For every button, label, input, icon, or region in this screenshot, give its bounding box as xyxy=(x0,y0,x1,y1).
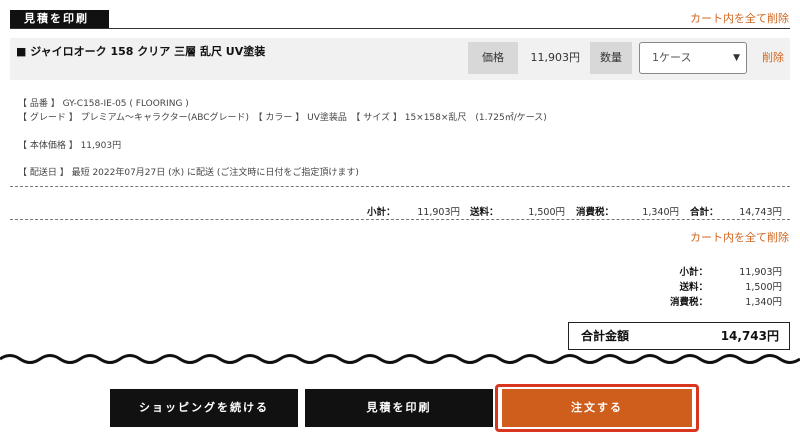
print-estimate-button[interactable]: 見積を印刷 xyxy=(305,389,493,427)
price-label: 価格 xyxy=(468,42,518,74)
detail-grade-color-size: 【 グレード 】 プレミアム～キャラクター(ABCグレード) 【 カラー 】 U… xyxy=(18,113,547,123)
summary-shipping-label: 送料： xyxy=(679,282,708,293)
wavy-divider xyxy=(0,354,800,364)
item-subtotal-value: 11,903円 xyxy=(417,207,460,218)
item-shipping-value: 1,500円 xyxy=(528,207,565,218)
detail-product-code: 【 品番 】 GY-C158-IE-05 ( FLOORING ) xyxy=(18,99,189,109)
item-delete-link[interactable]: 削除 xyxy=(762,42,784,74)
grand-total-value: 14,743円 xyxy=(720,329,779,343)
summary-subtotal-value: 11,903円 xyxy=(739,267,782,278)
summary-tax-value: 1,340円 xyxy=(745,297,782,308)
item-tax-value: 1,340円 xyxy=(642,207,679,218)
quantity-label: 数量 xyxy=(590,42,632,74)
grand-total-box: 合計金額 14,743円 xyxy=(568,322,790,350)
price-value: 11,903円 xyxy=(530,51,581,64)
quantity-selected-value: 1ケース xyxy=(652,51,692,64)
item-divider-top xyxy=(10,186,790,187)
item-divider-bottom xyxy=(10,219,790,220)
delete-all-link-top[interactable]: カート内を全て削除 xyxy=(690,10,789,26)
print-estimate-tag: 見積を印刷 xyxy=(10,10,109,28)
continue-shopping-button[interactable]: ショッピングを続ける xyxy=(110,389,298,427)
order-button[interactable]: 注文する xyxy=(502,389,692,427)
product-name: ■ ジャイロオーク 158 クリア 三層 乱尺 UV塗装 xyxy=(16,45,266,58)
item-subtotal-label: 小計： xyxy=(367,207,396,218)
item-shipping-label: 送料： xyxy=(470,207,499,218)
item-tax-label: 消費税： xyxy=(576,207,615,218)
summary-subtotal-label: 小計： xyxy=(679,267,708,278)
detail-delivery-date: 【 配送日 】 最短 2022年07月27日 (水) に配送 (ご注文時に日付を… xyxy=(18,168,359,178)
header-divider xyxy=(10,28,790,29)
grand-total-label: 合計金額 xyxy=(581,329,630,343)
chevron-down-icon: ▼ xyxy=(733,53,740,63)
summary-shipping-value: 1,500円 xyxy=(745,282,782,293)
item-total-label: 合計： xyxy=(690,207,719,218)
quantity-select[interactable]: 1ケース ▼ xyxy=(639,42,747,74)
summary-tax-label: 消費税： xyxy=(669,297,708,308)
delete-all-link-bottom[interactable]: カート内を全て削除 xyxy=(690,229,789,245)
detail-base-price: 【 本体価格 】 11,903円 xyxy=(18,141,122,151)
item-total-value: 14,743円 xyxy=(739,207,782,218)
cart-item-header: ■ ジャイロオーク 158 クリア 三層 乱尺 UV塗装 価格 11,903円 … xyxy=(10,38,790,80)
